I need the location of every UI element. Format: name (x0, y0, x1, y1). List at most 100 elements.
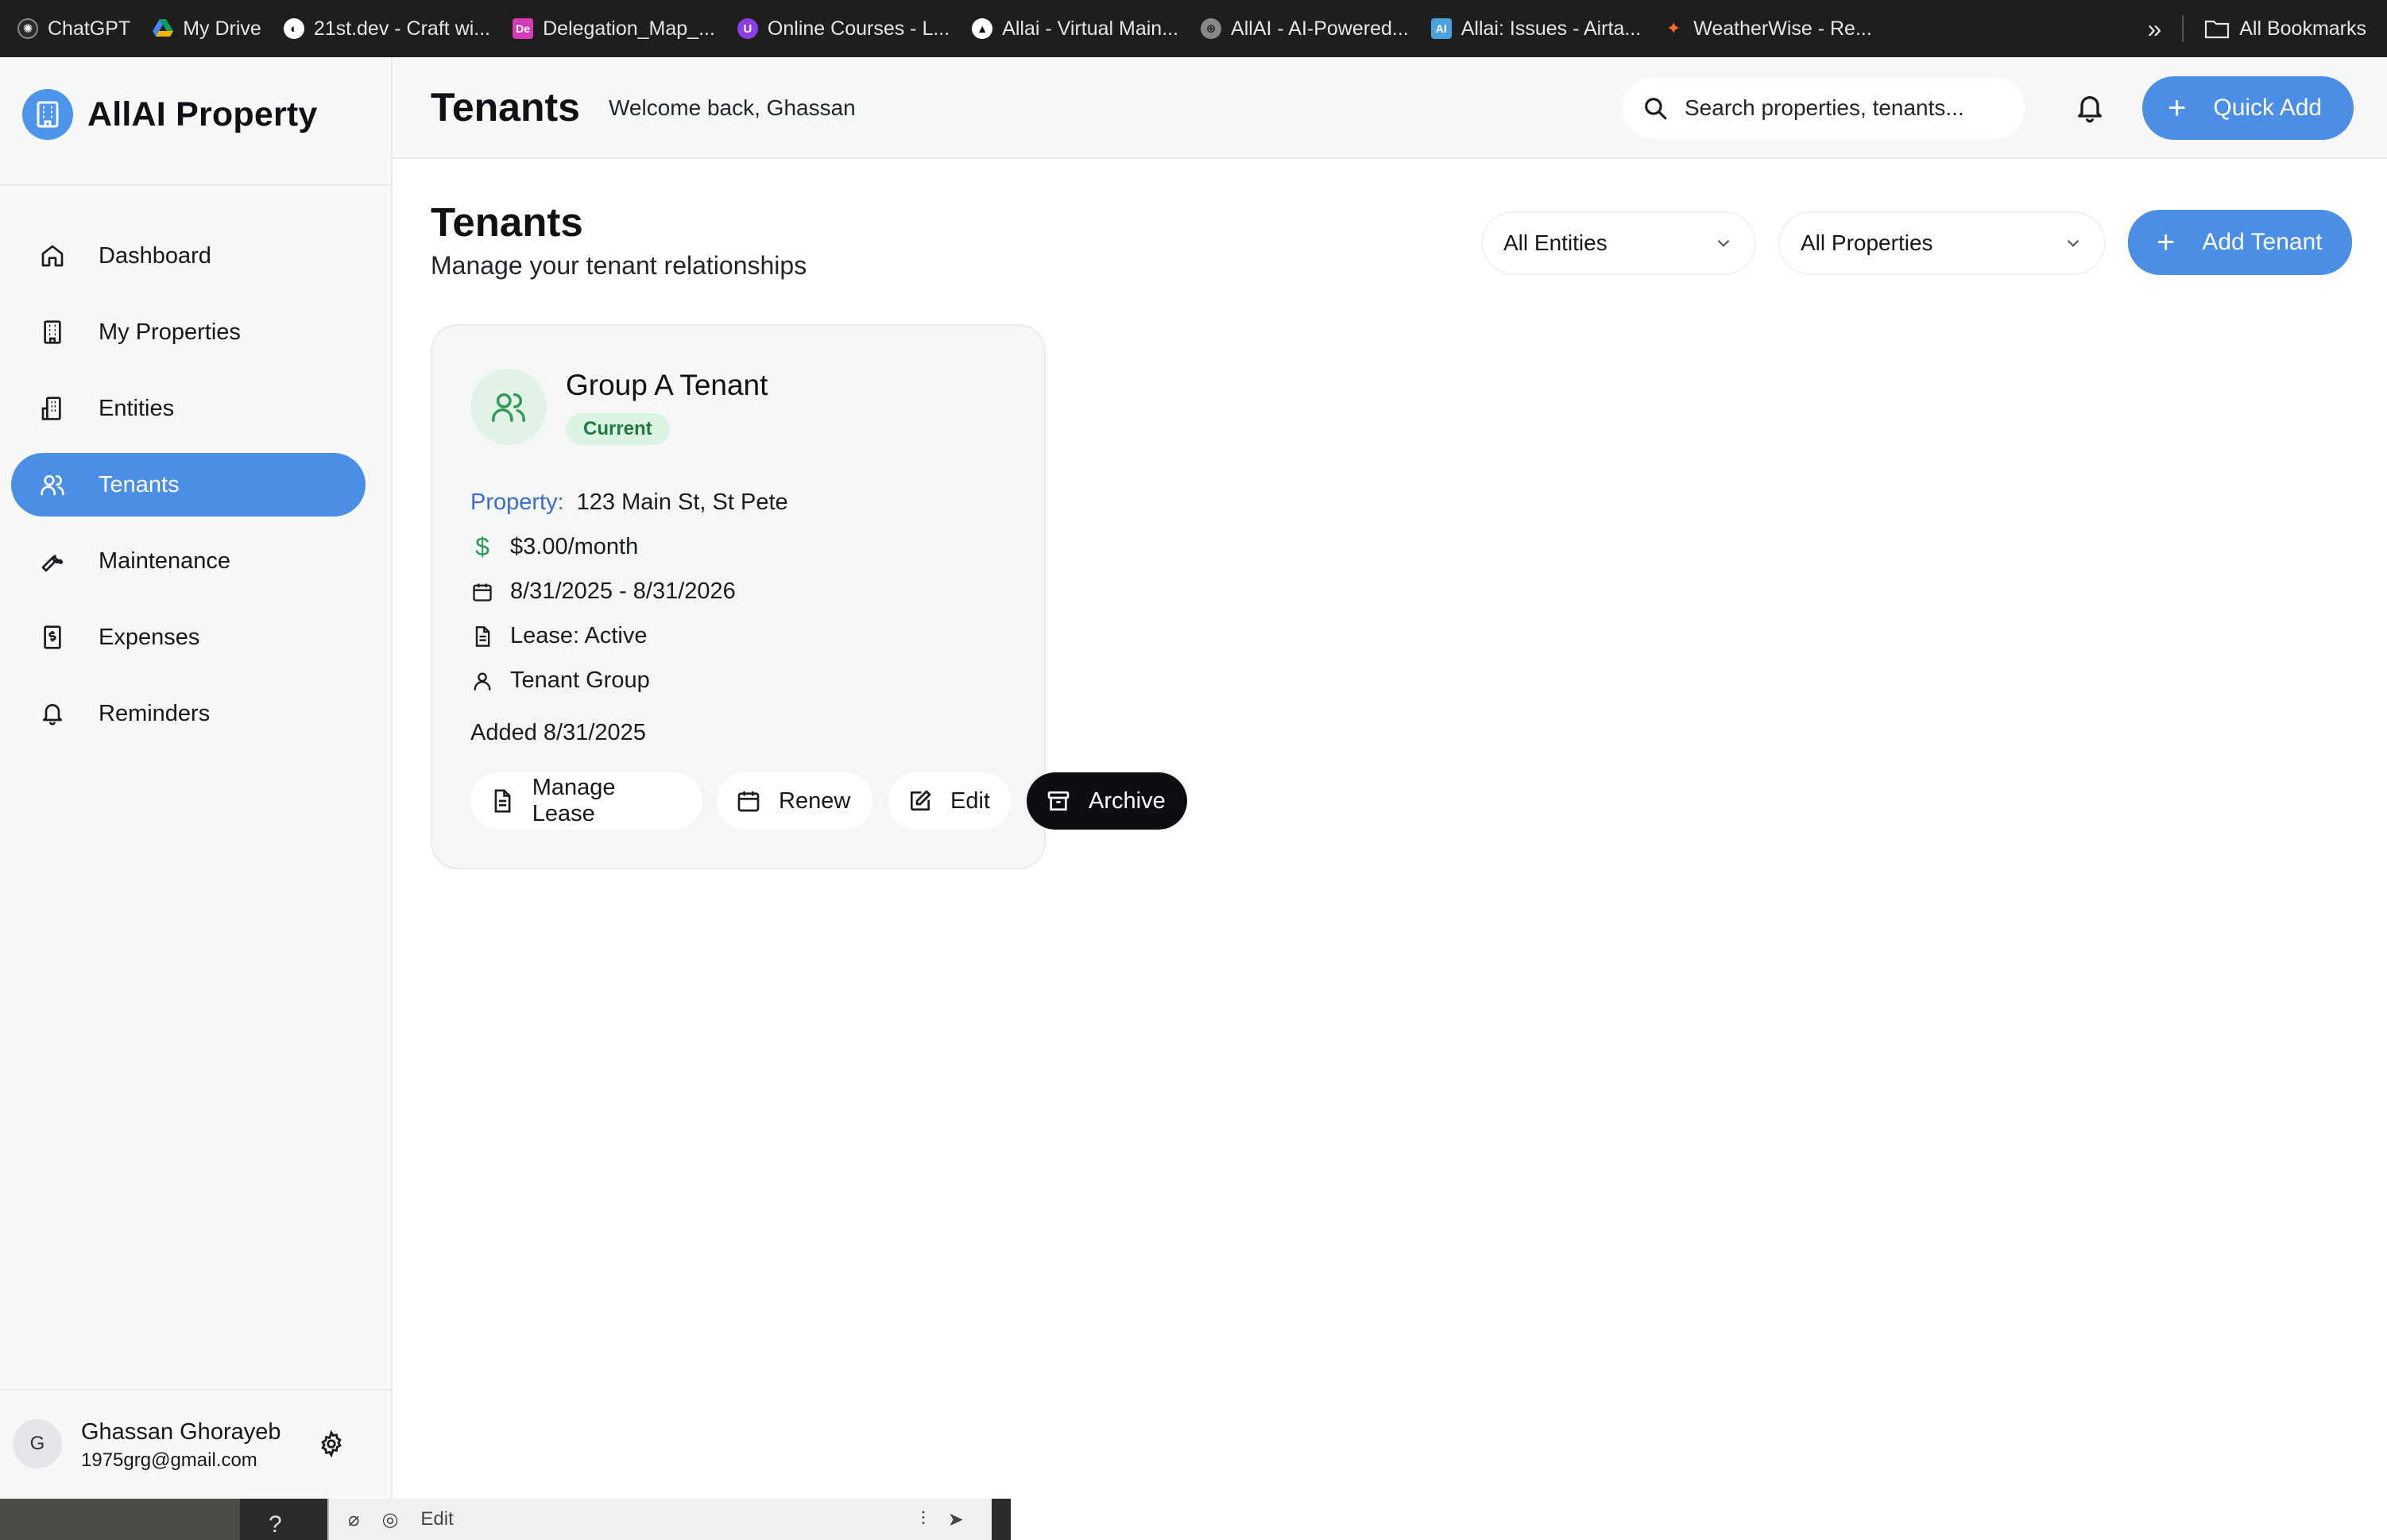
sliders-icon: ⫶ (920, 1508, 926, 1530)
sidebar-item-tenants[interactable]: Tenants (11, 453, 366, 517)
screen: ✺ ChatGPT My Drive ◐ 21st.dev - Craft wi… (0, 0, 2387, 1540)
brand-name: AllAI Property (87, 95, 318, 133)
user-icon (470, 669, 494, 693)
sidebar-item-label: Reminders (99, 700, 211, 726)
bookmark-label: AllAI - AI-Powered... (1231, 17, 1409, 40)
users-icon (38, 470, 67, 499)
sidebar-item-label: Tenants (99, 471, 180, 497)
bell-icon (38, 699, 67, 728)
user-name: Ghassan Ghorayeb (81, 1419, 281, 1445)
bookmark-online-courses[interactable]: U Online Courses - L... (726, 0, 961, 57)
bookmark-allai-powered[interactable]: ⊕ AllAI - AI-Powered... (1190, 0, 1420, 57)
building-icon (38, 318, 67, 346)
search-box[interactable] (1623, 78, 2025, 138)
home-icon (38, 242, 67, 270)
vercel-icon: ▲ (972, 18, 993, 39)
sidebar-item-dashboard[interactable]: Dashboard (11, 224, 366, 288)
lease-status: Lease: Active (510, 623, 648, 648)
21st-icon: ◐ (283, 18, 304, 39)
bookmark-label: Online Courses - L... (767, 17, 950, 40)
sidebar-item-my-properties[interactable]: My Properties (11, 300, 366, 364)
openai-icon: ✺ (17, 18, 38, 39)
all-bookmarks-button[interactable]: All Bookmarks (2204, 0, 2366, 57)
quick-add-label: Quick Add (2213, 95, 2323, 121)
background-preview (1011, 1499, 2387, 1540)
user-email: 1975grg@gmail.com (81, 1449, 257, 1471)
add-tenant-button[interactable]: + Add Tenant (2128, 210, 2352, 275)
entities-icon (38, 394, 67, 423)
bookmark-label: My Drive (183, 17, 261, 40)
sidebar-item-label: My Properties (99, 319, 241, 345)
plus-icon: + (2157, 225, 2176, 260)
folder-icon (2205, 20, 2230, 39)
added-date: Added 8/31/2025 (470, 720, 646, 745)
avatar: G (13, 1419, 62, 1468)
search-input[interactable] (1685, 95, 1987, 121)
renew-button[interactable]: Renew (717, 772, 872, 830)
entities-filter-value: All Entities (1503, 230, 1607, 255)
figma-icon: ✦ (1665, 18, 1681, 38)
background-editor-toolbar: ⌀ ◎ Edit ⫶ ➤ (327, 1499, 992, 1540)
status-badge: Current (566, 413, 670, 445)
calendar-icon (737, 791, 760, 812)
bookmark-21st[interactable]: ◐ 21st.dev - Craft wi... (273, 0, 501, 57)
bookmark-my-drive[interactable]: My Drive (141, 0, 273, 57)
quick-add-button[interactable]: + Quick Add (2142, 76, 2354, 140)
page-subtitle: Manage your tenant relationships (431, 251, 807, 280)
bookmark-label: ChatGPT (48, 17, 131, 40)
doc-icon: De (513, 18, 534, 39)
wrench-icon (38, 547, 67, 575)
property-row: Property: 123 Main St, St Pete (470, 489, 788, 516)
welcome-text: Welcome back, Ghassan (609, 95, 856, 120)
sidebar: AllAI Property Dashboard My Properties E… (0, 57, 393, 1499)
target-icon: ◎ (381, 1508, 399, 1530)
globe-icon: ⊕ (1201, 18, 1222, 39)
bookmarks-overflow-icon[interactable]: » (2147, 14, 2161, 44)
property-value: 123 Main St, St Pete (576, 489, 788, 515)
notifications-bell-icon[interactable] (2074, 92, 2106, 124)
tenant-name: Group A Tenant (566, 369, 768, 401)
help-icon: ? (269, 1511, 282, 1538)
lease-dates-row: 8/31/2025 - 8/31/2026 (470, 578, 736, 605)
bookmarks-bar: ✺ ChatGPT My Drive ◐ 21st.dev - Craft wi… (0, 0, 2387, 57)
bookmark-label: WeatherWise - Re... (1693, 17, 1872, 40)
app-window: AllAI Property Dashboard My Properties E… (0, 57, 2387, 1499)
bookmark-label: Allai: Issues - Airta... (1460, 17, 1642, 40)
bookmark-label: Allai - Virtual Main... (1002, 17, 1179, 40)
chevron-down-icon (1717, 239, 1730, 247)
sidebar-item-label: Dashboard (99, 242, 211, 269)
bookmark-delegation-map[interactable]: De Delegation_Map_... (501, 0, 726, 57)
google-drive-icon (153, 18, 174, 39)
background-window-strip: ? ⌀ ◎ Edit ⫶ ➤ (0, 1499, 2387, 1540)
sidebar-item-reminders[interactable]: Reminders (11, 682, 366, 745)
sidebar-item-label: Expenses (99, 624, 200, 650)
main-content: Tenants Manage your tenant relationships… (393, 159, 2387, 1499)
sidebar-item-entities[interactable]: Entities (11, 377, 366, 440)
ai-icon: AI (1430, 18, 1452, 39)
plus-icon: + (2168, 91, 2187, 126)
paperclip-icon: ⌀ (348, 1508, 360, 1530)
brand[interactable]: AllAI Property (22, 89, 318, 140)
user-profile[interactable]: G Ghassan Ghorayeb 1975grg@gmail.com (0, 1389, 393, 1499)
bookmark-weatherwise[interactable]: ✦ WeatherWise - Re... (1652, 0, 1883, 57)
bookmark-label: Delegation_Map_... (543, 17, 715, 40)
bookmark-chatgpt[interactable]: ✺ ChatGPT (6, 0, 141, 57)
settings-gear-icon[interactable] (318, 1430, 345, 1458)
bookmark-allai-virtual[interactable]: ▲ Allai - Virtual Main... (961, 0, 1190, 57)
archive-button[interactable]: Archive (1027, 772, 1187, 830)
archive-icon (1047, 791, 1070, 811)
send-icon: ➤ (947, 1508, 964, 1530)
properties-filter-select[interactable]: All Properties (1778, 211, 2106, 275)
entities-filter-select[interactable]: All Entities (1481, 211, 1756, 275)
bookmark-allai-issues[interactable]: AI Allai: Issues - Airta... (1420, 0, 1652, 57)
lease-dates: 8/31/2025 - 8/31/2026 (510, 578, 736, 604)
sidebar-item-maintenance[interactable]: Maintenance (11, 529, 366, 593)
edit-label: Edit (950, 787, 990, 814)
manage-lease-button[interactable]: Manage Lease (470, 772, 702, 830)
udemy-icon: U (737, 18, 758, 39)
sidebar-item-expenses[interactable]: Expenses (11, 606, 366, 669)
manage-lease-label: Manage Lease (532, 775, 616, 826)
building-logo-icon (22, 89, 73, 140)
edit-button[interactable]: Edit (888, 772, 1011, 830)
sidebar-item-label: Entities (99, 395, 175, 421)
